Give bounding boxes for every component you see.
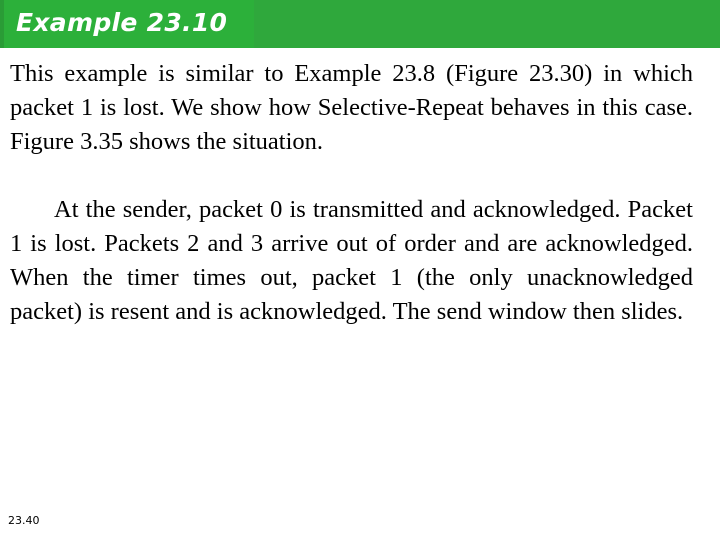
footer-page-number: 23.40	[8, 514, 40, 527]
body-paragraph-1: This example is similar to Example 23.8 …	[10, 60, 693, 155]
title-banner: Example 23.10	[0, 0, 720, 48]
title-banner-left-edge	[0, 0, 4, 48]
slide-canvas: Example 23.10 This example is similar to…	[0, 0, 720, 540]
body-paragraph-2: At the sender, packet 0 is transmitted a…	[10, 196, 693, 325]
page-title: Example 23.10	[16, 8, 228, 37]
slide-body: This example is similar to Example 23.8 …	[10, 57, 693, 329]
